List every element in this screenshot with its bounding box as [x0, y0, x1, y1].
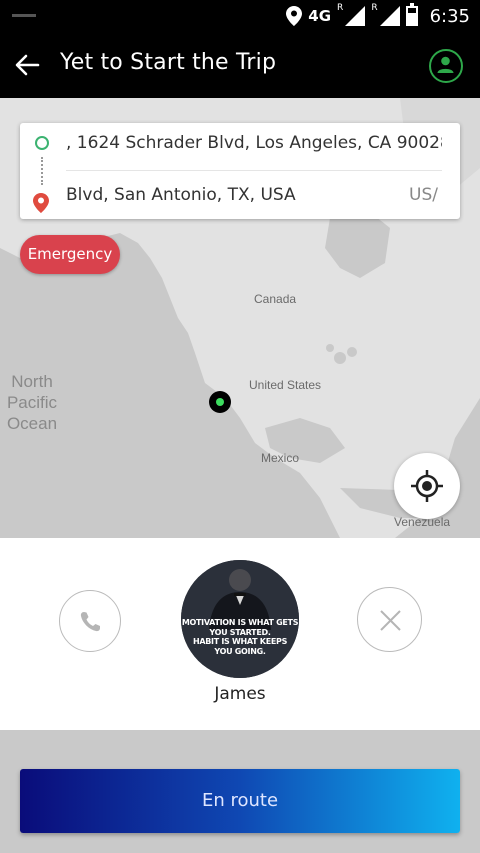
call-button[interactable] [59, 590, 121, 652]
my-location-button[interactable] [394, 453, 460, 519]
current-location-marker [209, 391, 231, 413]
page-title: Yet to Start the Trip [60, 50, 277, 75]
en-route-button[interactable]: En route [20, 769, 460, 833]
driver-panel: MOTIVATION IS WHAT GETS YOU STARTED. HAB… [0, 538, 480, 730]
route-card: , 1624 Schrader Blvd, Los Angeles, CA 90… [20, 123, 460, 219]
close-icon [380, 610, 401, 631]
clock: 6:35 [429, 5, 470, 27]
map-label-ocean: North Pacific Ocean [6, 372, 58, 433]
driver-name: James [214, 684, 266, 704]
dropoff-address: Blvd, San Antonio, TX, USA [66, 185, 296, 205]
back-arrow-icon[interactable] [12, 50, 42, 80]
notification-icon [12, 14, 36, 17]
crosshair-icon [411, 470, 443, 502]
cancel-trip-button[interactable] [357, 587, 422, 652]
profile-button[interactable] [429, 49, 463, 83]
map-label-canada: Canada [254, 292, 297, 306]
dropoff-address-suffix: US/ [409, 185, 438, 205]
roaming-indicator: R [337, 3, 344, 13]
map-label-mexico: Mexico [261, 451, 300, 465]
dropoff-pin-icon [33, 193, 49, 213]
status-bar: 4G R R 6:35 [0, 0, 480, 32]
pickup-marker-icon [35, 136, 49, 150]
divider [66, 170, 442, 171]
phone-icon [80, 612, 100, 632]
roaming-indicator-2: R [371, 3, 378, 13]
map-label-united-states: United States [249, 378, 322, 392]
pickup-row[interactable]: , 1624 Schrader Blvd, Los Angeles, CA 90… [20, 123, 460, 167]
signal-icon [345, 6, 366, 26]
dropoff-row[interactable]: Blvd, San Antonio, TX, USA US/ [20, 179, 460, 223]
driver-avatar: MOTIVATION IS WHAT GETS YOU STARTED. HAB… [181, 560, 299, 678]
location-icon [286, 6, 303, 26]
battery-icon [405, 3, 418, 26]
emergency-button[interactable]: Emergency [20, 235, 120, 274]
signal-icon-2 [379, 6, 400, 26]
toolbar: Yet to Start the Trip [0, 32, 480, 98]
network-type: 4G [308, 7, 332, 25]
avatar-quote: MOTIVATION IS WHAT GETS YOU STARTED. HAB… [181, 618, 299, 656]
pickup-address: , 1624 Schrader Blvd, Los Angeles, CA 90… [66, 133, 442, 153]
user-icon [437, 56, 454, 73]
